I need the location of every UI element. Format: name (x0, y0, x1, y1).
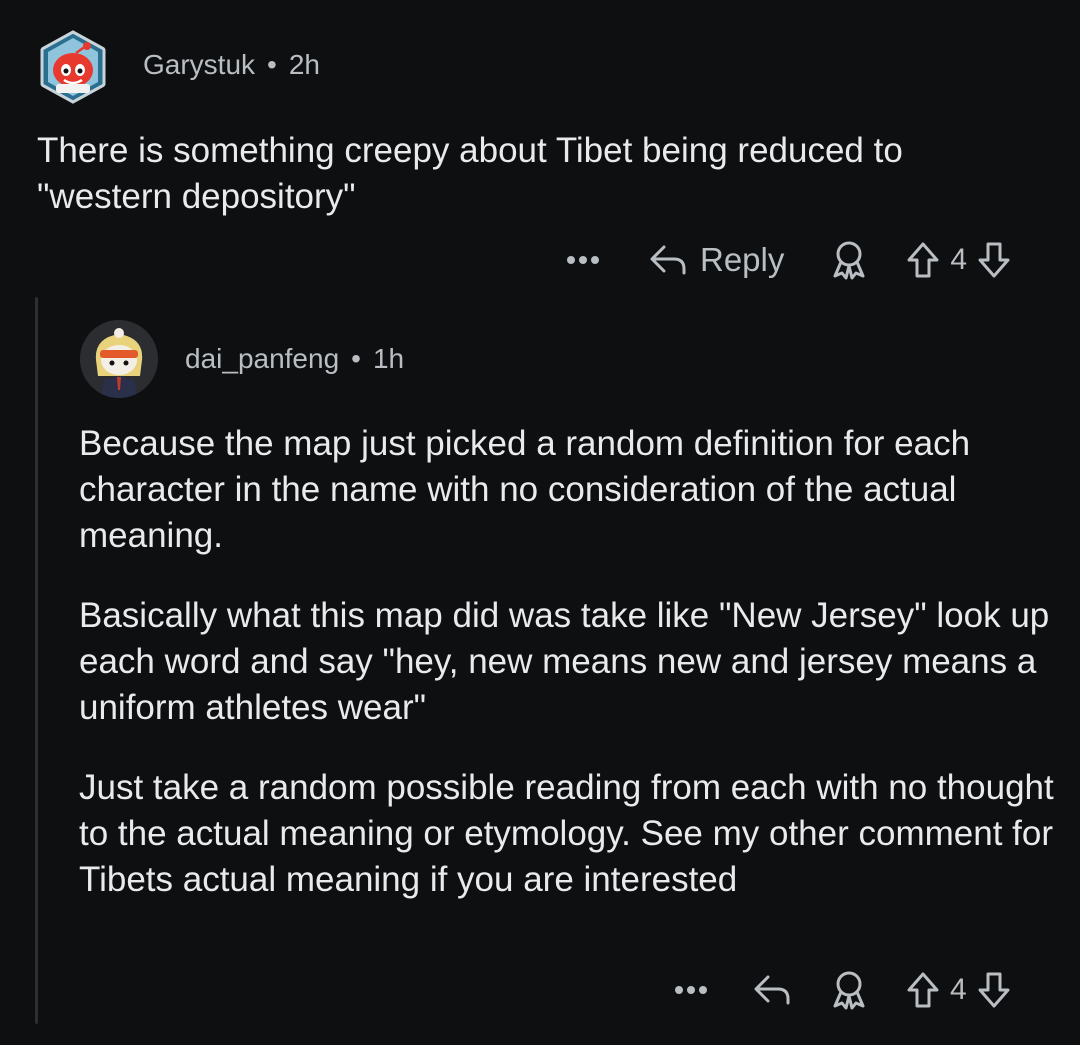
comment-actions: Reply 4 (566, 236, 1011, 284)
comment-actions: 4 (674, 966, 1011, 1014)
more-options-icon (567, 256, 599, 264)
username[interactable]: Garystuk (143, 49, 255, 80)
reply-arrow-icon (754, 975, 790, 1005)
snoo-avatar-icon (40, 30, 106, 104)
upvote-button[interactable] (906, 971, 940, 1009)
comment-body: There is something creepy about Tibet be… (37, 131, 903, 216)
reply-button[interactable]: Reply (648, 241, 784, 279)
award-button[interactable] (830, 970, 868, 1010)
award-icon (833, 971, 865, 1010)
comment-paragraph: Basically what this map did was take lik… (79, 596, 1050, 727)
more-options-button[interactable] (566, 255, 606, 265)
more-options-button[interactable] (674, 985, 714, 995)
downvote-button[interactable] (977, 241, 1011, 279)
comment-paragraph: Because the map just picked a random def… (79, 424, 971, 555)
comment-paragraph: Just take a random possible reading from… (79, 768, 1054, 899)
more-options-icon (675, 986, 707, 994)
timestamp: 1h (372, 343, 405, 374)
snoo-avatar-icon (80, 320, 158, 398)
upvote-icon (907, 242, 939, 278)
award-button[interactable] (830, 240, 868, 280)
downvote-icon (978, 242, 1010, 278)
downvote-button[interactable] (977, 971, 1011, 1009)
downvote-icon (978, 972, 1010, 1008)
award-icon (833, 241, 865, 280)
username[interactable]: dai_panfeng (185, 343, 339, 374)
thread-line[interactable] (35, 297, 38, 1024)
reply-label: Reply (700, 241, 785, 278)
separator-dot: • (351, 343, 361, 374)
avatar[interactable] (80, 320, 158, 398)
comment-meta: Garystuk • 2h (143, 49, 320, 81)
upvote-icon (907, 972, 939, 1008)
upvote-button[interactable] (906, 241, 940, 279)
timestamp: 2h (288, 49, 320, 80)
reply-button[interactable] (752, 973, 792, 1007)
separator-dot: • (267, 49, 277, 80)
comment-meta: dai_panfeng • 1h (185, 343, 404, 375)
vote-count: 4 (950, 973, 967, 1006)
avatar[interactable] (36, 30, 110, 104)
reply-arrow-icon (650, 245, 686, 275)
comment-body: Because the map just picked a random def… (79, 421, 1064, 903)
vote-count: 4 (950, 243, 968, 276)
